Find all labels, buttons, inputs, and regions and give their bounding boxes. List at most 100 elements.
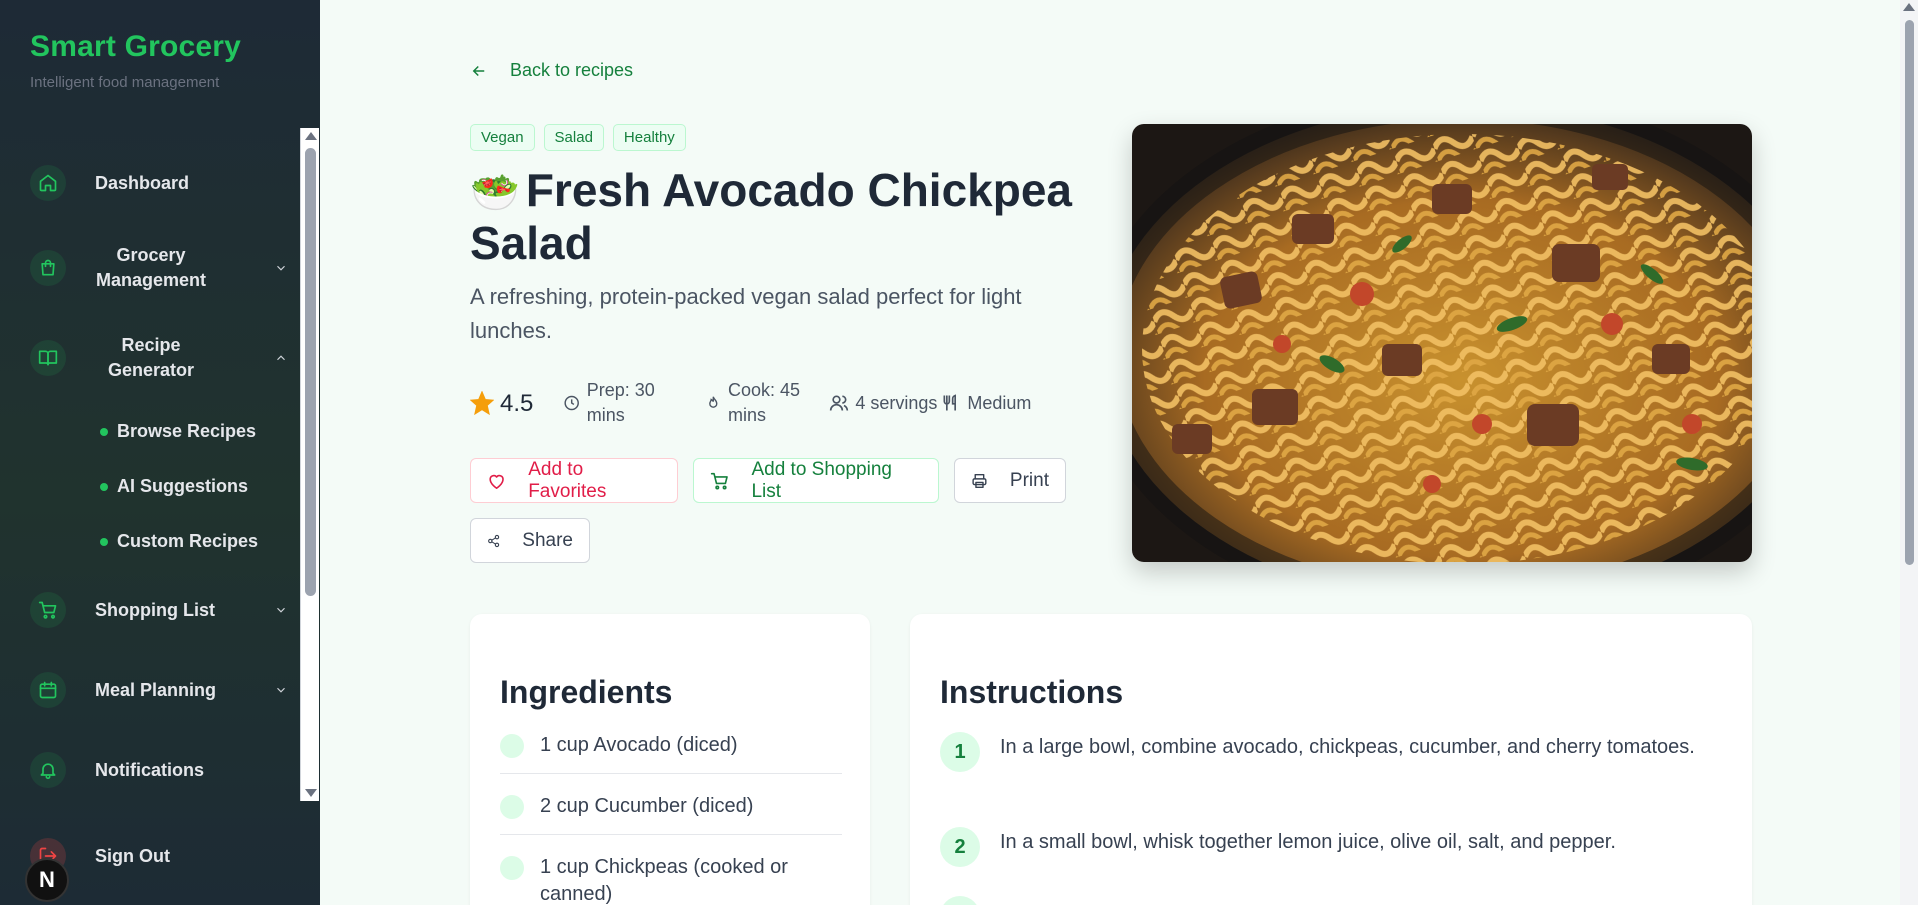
shopping-bag-icon [30,250,66,286]
chevron-up-icon[interactable] [274,351,288,365]
tag-badge: Vegan [470,124,535,151]
sidebar-item-dashboard[interactable]: Dashboard [30,165,290,201]
sidebar-item-label: Recipe Generator [107,335,195,380]
sidebar-subitem-browse-recipes[interactable]: Browse Recipes [100,421,256,442]
step-text: In a large bowl, combine avocado, chickp… [1000,736,1695,758]
book-icon [30,340,66,376]
sidebar-subitem-label: Custom Recipes [117,531,259,551]
sidebar-item-label: Grocery Management [95,245,207,290]
bell-icon [30,752,66,788]
sidebar-item-recipe-generator[interactable]: Recipe Generator [30,333,290,383]
star-icon [470,391,494,415]
main-content: Back to recipes Vegan Salad Healthy 🥗 Fre… [320,0,1900,905]
share-button[interactable]: Share [470,518,590,563]
sidebar-subitem-custom-recipes[interactable]: Custom Recipes [100,531,258,552]
back-to-recipes-link[interactable]: Back to recipes [470,60,633,81]
sidebar-nav: Dashboard Grocery Management Recipe Gene… [0,128,300,801]
sidebar: Smart Grocery Intelligent food managemen… [0,0,320,905]
scroll-up-arrow[interactable] [305,132,317,140]
arrow-left-icon [472,65,485,76]
step-number: 1 [940,732,980,772]
rating: 4.5 [470,391,533,416]
recipe-title-text: Fresh Avocado Chickpea Salad [470,164,1073,269]
scroll-thumb[interactable] [305,148,316,596]
cart-icon [30,592,66,628]
ingredient-item[interactable]: 1 cup Avocado (diced) [500,732,842,774]
share-icon [488,534,500,547]
calendar-icon [30,672,66,708]
ingredient-text: 1 cup Avocado (diced) [540,734,738,756]
page-scrollbar[interactable] [1900,0,1918,905]
salad-emoji-icon: 🥗 [470,170,520,216]
ingredient-text: 2 cup Cucumber (diced) [540,795,754,817]
tag-badge: Salad [543,124,604,151]
step-number [940,896,980,905]
sidebar-item-shopping-list[interactable]: Shopping List [30,592,290,628]
instruction-step: 1 In a large bowl, combine avocado, chic… [940,732,1720,772]
flame-icon [709,396,718,408]
difficulty: Medium [941,391,1031,416]
servings: 4 servings [829,391,939,416]
instructions-card: Instructions 1 In a large bowl, combine … [910,614,1752,905]
button-label: Print [1009,469,1049,491]
sidebar-item-grocery-management[interactable]: Grocery Management [30,243,290,293]
ingredient-checkbox[interactable] [500,734,524,758]
pasta-dish-image [1132,124,1752,562]
back-label: Back to recipes [510,60,634,80]
recipe-tags: Vegan Salad Healthy [470,124,686,151]
ingredient-checkbox[interactable] [500,856,524,880]
ingredients-title: Ingredients [500,674,673,710]
cook-time: Cook: 45 mins [705,378,823,428]
print-button[interactable]: Print [954,458,1066,503]
add-to-favorites-button[interactable]: Add to Favorites [470,458,678,503]
clock-icon [564,395,580,411]
sidebar-item-meal-planning[interactable]: Meal Planning [30,672,290,708]
instruction-step [940,896,1720,905]
heart-icon [489,474,504,489]
bullet-dot [100,427,108,436]
users-icon [830,395,849,411]
ingredient-text: 1 cup Chickpeas (cooked or canned) [540,856,788,905]
utensils-icon [943,394,957,411]
scroll-down-arrow[interactable] [305,789,317,797]
brand-subtitle: Intelligent food management [30,74,220,91]
brand-title[interactable]: Smart Grocery [30,30,241,64]
prep-time: Prep: 30 mins [563,378,683,428]
button-label: Share [522,529,573,551]
cart-icon [710,472,728,490]
brand: Smart Grocery Intelligent food managemen… [30,30,241,91]
rating-value: 4.5 [500,389,534,417]
button-label: Add to Favorites [528,458,607,502]
prep-time-label: Prep: 30 mins [586,380,655,425]
sidebar-item-label: Meal Planning [95,679,217,700]
sidebar-scrollbar[interactable] [300,128,319,801]
step-text: In a small bowl, whisk together lemon ju… [1000,831,1616,853]
chevron-down-icon[interactable] [274,603,288,617]
ingredient-item[interactable]: 1 cup Chickpeas (cooked or canned) [500,854,842,905]
recipe-title: 🥗 Fresh Avocado Chickpea Salad [470,165,1090,268]
sign-out-label: Sign Out [95,845,170,866]
servings-label: 4 servings [855,392,938,413]
sidebar-subitem-label: Browse Recipes [117,421,257,441]
printer-icon [972,473,987,488]
instructions-title: Instructions [940,674,1124,710]
sidebar-item-notifications[interactable]: Notifications [30,752,290,788]
add-to-shopping-list-button[interactable]: Add to Shopping List [693,458,939,503]
ingredient-item[interactable]: 2 cup Cucumber (diced) [500,793,842,835]
sidebar-item-label: Dashboard [95,172,190,193]
recipe-meta: 4.5 Prep: 30 mins Cook: 45 mins 4 servin… [470,378,1031,428]
button-label: Add to Shopping List [751,458,892,502]
sidebar-subitem-ai-suggestions[interactable]: AI Suggestions [100,476,248,497]
scroll-up-arrow[interactable] [1903,3,1915,11]
sidebar-subitem-label: AI Suggestions [117,476,249,496]
recipe-image [1132,124,1752,562]
instruction-step: 2 In a small bowl, whisk together lemon … [940,827,1720,867]
ingredients-card: Ingredients 1 cup Avocado (diced) 2 cup … [470,614,870,905]
dev-badge[interactable]: N [25,858,69,902]
scroll-thumb[interactable] [1905,20,1914,565]
chevron-down-icon[interactable] [274,683,288,697]
sidebar-item-label: Shopping List [95,599,215,620]
ingredient-checkbox[interactable] [500,795,524,819]
tag-badge: Healthy [612,124,686,151]
chevron-down-icon[interactable] [274,261,288,275]
